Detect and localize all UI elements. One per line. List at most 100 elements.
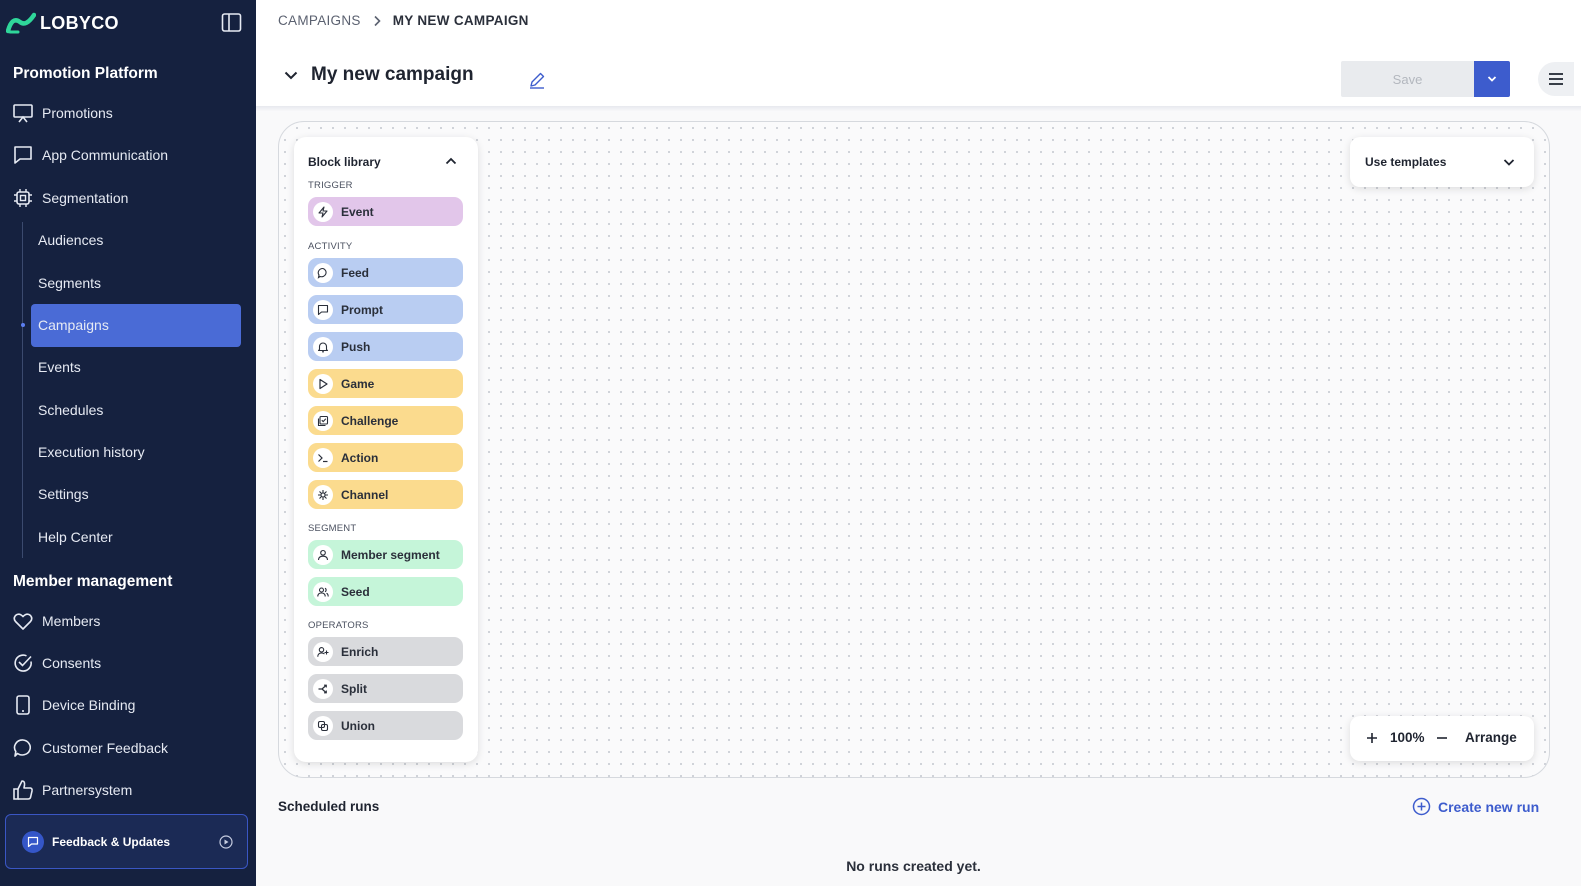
active-indicator — [21, 323, 25, 327]
category-segment: SEGMENT — [308, 523, 357, 534]
block-label: Enrich — [341, 644, 379, 659]
app-name: LOBYCO — [40, 12, 119, 33]
thumbs-up-icon — [12, 779, 34, 801]
sidebar-item-consents[interactable]: Consents — [12, 648, 101, 678]
sidebar-item-label: Partnersystem — [42, 782, 133, 798]
chevron-down-icon — [1486, 73, 1498, 85]
edit-pencil-icon[interactable] — [528, 71, 546, 89]
block-label: Seed — [341, 584, 370, 599]
section-member-management: Member management — [13, 573, 173, 590]
sidebar-item-device-binding[interactable]: Device Binding — [12, 690, 135, 720]
user-plus-icon — [313, 641, 333, 662]
scheduled-runs-title: Scheduled runs — [278, 799, 380, 814]
sidebar-item-events[interactable]: Events — [38, 352, 81, 382]
save-options-button[interactable] — [1474, 61, 1510, 97]
smartphone-icon — [12, 694, 34, 716]
block-label: Union — [341, 718, 375, 733]
chevron-down-icon[interactable] — [283, 67, 299, 83]
chevron-down-icon — [1502, 155, 1516, 169]
sidebar-item-schedules[interactable]: Schedules — [38, 395, 103, 425]
block-label: Feed — [341, 265, 370, 280]
feedback-label: Feedback & Updates — [52, 834, 171, 849]
submenu-line — [22, 222, 23, 558]
sidebar-item-promotions[interactable]: Promotions — [12, 98, 113, 128]
terminal-icon — [313, 447, 333, 468]
block-label: Split — [341, 681, 367, 696]
chevron-up-icon[interactable] — [444, 154, 458, 168]
feedback-updates-button[interactable]: Feedback & Updates — [5, 814, 248, 869]
sidebar-item-help-center[interactable]: Help Center — [38, 522, 113, 552]
block-label: Channel — [341, 487, 389, 502]
sidebar-item-label: Consents — [42, 655, 102, 671]
breadcrumb: CAMPAIGNS MY NEW CAMPAIGN — [278, 13, 529, 28]
chat-bubble-icon — [313, 262, 333, 283]
title-row: My new campaign — [283, 64, 474, 86]
sidebar-item-segments[interactable]: Segments — [38, 268, 101, 298]
feedback-message-icon — [22, 830, 44, 853]
hamburger-menu-icon[interactable] — [1538, 62, 1574, 96]
sidebar-item-label: Customer Feedback — [42, 740, 169, 756]
save-button[interactable]: Save — [1341, 61, 1474, 97]
templates-label: Use templates — [1365, 155, 1447, 169]
checklist-icon — [313, 410, 333, 431]
union-icon — [313, 715, 333, 736]
block-label: Member segment — [341, 547, 440, 562]
sidebar-item-execution-history[interactable]: Execution history — [38, 437, 145, 467]
block-game[interactable]: Game — [308, 369, 463, 398]
lightning-icon — [313, 201, 333, 222]
chevron-right-icon — [373, 15, 381, 27]
block-action[interactable]: Action — [308, 443, 463, 472]
block-prompt[interactable]: Prompt — [308, 295, 463, 324]
block-label: Action — [341, 450, 379, 465]
arrange-button[interactable]: Arrange — [1465, 730, 1517, 745]
play-icon — [313, 373, 333, 394]
block-seed[interactable]: Seed — [308, 577, 463, 606]
sidebar-toggle-icon[interactable] — [221, 12, 242, 33]
block-channel[interactable]: Channel — [308, 480, 463, 509]
sidebar: LOBYCO Promotion Platform Promotions App… — [0, 0, 256, 886]
category-operators: OPERATORS — [308, 620, 369, 631]
block-event[interactable]: Event — [308, 197, 463, 226]
sidebar-item-partnersystem[interactable]: Partnersystem — [12, 775, 132, 805]
breadcrumb-campaigns[interactable]: CAMPAIGNS — [278, 13, 361, 28]
sidebar-item-campaigns[interactable]: Campaigns — [38, 310, 109, 340]
use-templates-dropdown[interactable]: Use templates — [1350, 137, 1534, 187]
block-union[interactable]: Union — [308, 711, 463, 740]
block-member-segment[interactable]: Member segment — [308, 540, 463, 569]
zoom-in-icon[interactable] — [1365, 731, 1379, 745]
heart-icon — [12, 610, 34, 632]
chip-icon — [12, 187, 34, 209]
message-icon — [12, 144, 34, 166]
create-new-run-button[interactable]: Create new run — [1412, 797, 1539, 816]
sidebar-item-app-communication[interactable]: App Communication — [12, 140, 168, 170]
sidebar-item-segmentation[interactable]: Segmentation — [12, 183, 128, 213]
zoom-level: 100% — [1390, 730, 1425, 745]
category-activity: ACTIVITY — [308, 241, 353, 252]
section-promotion-platform: Promotion Platform — [13, 65, 158, 82]
page-title: My new campaign — [311, 64, 474, 85]
block-label: Push — [341, 339, 371, 354]
lobyco-logo-icon — [6, 12, 36, 34]
sidebar-item-label: App Communication — [42, 147, 169, 163]
user-icon — [313, 544, 333, 565]
split-icon — [313, 678, 333, 699]
block-enrich[interactable]: Enrich — [308, 637, 463, 666]
zoom-out-icon[interactable] — [1435, 731, 1449, 745]
block-label: Challenge — [341, 413, 399, 428]
block-challenge[interactable]: Challenge — [308, 406, 463, 435]
create-run-label: Create new run — [1438, 798, 1540, 815]
logo[interactable]: LOBYCO — [6, 10, 119, 36]
sidebar-item-audiences[interactable]: Audiences — [38, 225, 103, 255]
sidebar-item-members[interactable]: Members — [12, 606, 100, 636]
chat-bubble-icon — [12, 737, 34, 759]
sidebar-item-settings[interactable]: Settings — [38, 479, 89, 509]
sidebar-item-customer-feedback[interactable]: Customer Feedback — [12, 733, 168, 763]
block-push[interactable]: Push — [308, 332, 463, 361]
users-icon — [313, 581, 333, 602]
block-library-title: Block library — [308, 155, 381, 169]
category-trigger: TRIGGER — [308, 180, 353, 191]
block-split[interactable]: Split — [308, 674, 463, 703]
block-feed[interactable]: Feed — [308, 258, 463, 287]
sidebar-item-label: Members — [42, 613, 101, 629]
message-square-icon — [313, 299, 333, 320]
